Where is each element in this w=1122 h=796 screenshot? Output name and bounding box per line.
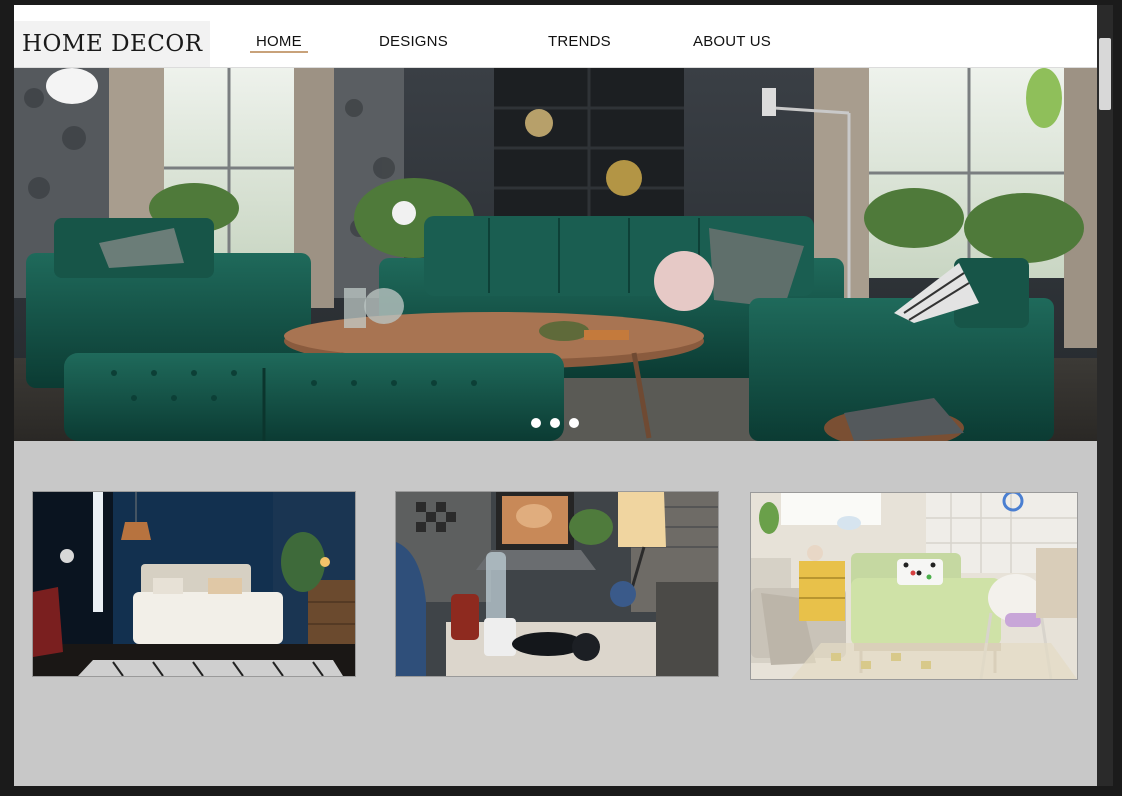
kids-bedroom-image [751, 493, 1077, 679]
slider-dot-2[interactable] [550, 418, 560, 428]
blue-bedroom-image [33, 492, 355, 676]
gallery-image-desk[interactable] [395, 491, 719, 677]
desk-workspace-image [396, 492, 718, 676]
vertical-scrollbar[interactable] [1097, 5, 1113, 786]
slider-dots [531, 418, 579, 428]
nav-link-about-us[interactable]: ABOUT US [693, 33, 771, 50]
slider-dot-3[interactable] [569, 418, 579, 428]
nav-link-designs[interactable]: DESIGNS [379, 33, 448, 50]
slider-dot-1[interactable] [531, 418, 541, 428]
nav-link-trends[interactable]: TRENDS [548, 33, 611, 50]
page: HOME DECOR HOME DESIGNS TRENDS ABOUT US [14, 5, 1097, 786]
brand-logo-text: HOME DECOR [22, 31, 203, 57]
nav-link-home[interactable]: HOME [250, 33, 308, 53]
navbar: HOME DECOR HOME DESIGNS TRENDS ABOUT US [14, 5, 1097, 68]
gallery-image-blue-bedroom[interactable] [32, 491, 356, 677]
hero-slideshow [14, 68, 1097, 441]
scrollbar-thumb[interactable] [1099, 38, 1111, 110]
gallery-image-kids-room[interactable] [750, 492, 1078, 680]
brand-logo[interactable]: HOME DECOR [14, 21, 210, 67]
hero-image [14, 68, 1097, 441]
